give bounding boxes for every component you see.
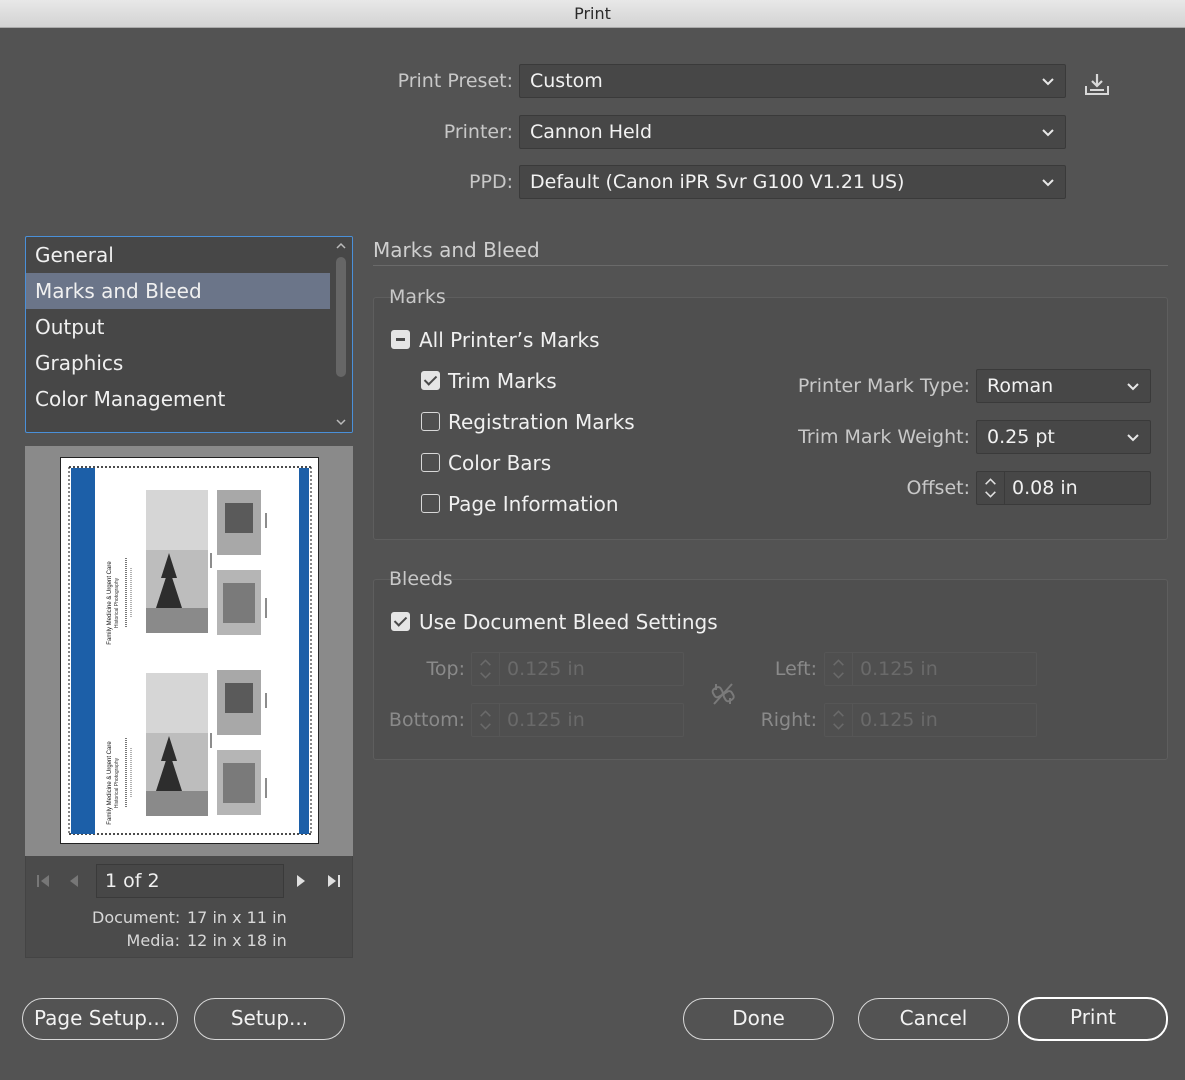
chevron-down-icon xyxy=(1127,383,1139,391)
trim-marks-checkbox[interactable] xyxy=(421,371,440,390)
media-size-value: 12 in x 18 in xyxy=(187,931,287,950)
chevron-down-icon xyxy=(1042,78,1054,86)
chevron-down-icon xyxy=(1127,434,1139,442)
first-page-icon[interactable] xyxy=(33,870,53,892)
category-item-graphics[interactable]: Graphics xyxy=(26,345,330,381)
preview-page: Family Medicine & Urgent Care Historical… xyxy=(60,457,319,844)
scroll-down-icon[interactable] xyxy=(335,417,347,427)
preview-panel-top: Family Medicine & Urgent Care Historical… xyxy=(107,490,267,645)
bleed-left-label: Left: xyxy=(774,658,817,680)
print-button[interactable]: Print xyxy=(1018,997,1168,1041)
section-divider xyxy=(373,265,1168,266)
page-indicator-field[interactable]: 1 of 2 xyxy=(96,864,284,898)
printer-mark-type-label: Printer Mark Type: xyxy=(797,375,970,397)
bleed-top-stepper[interactable]: 0.125 in xyxy=(471,652,684,686)
stepper-arrows-icon xyxy=(833,653,853,685)
use-document-bleed-checkbox[interactable] xyxy=(391,612,410,631)
preview-thumbnail: Family Medicine & Urgent Care Historical… xyxy=(68,466,312,835)
preview-blue-band-right xyxy=(299,468,309,834)
bleed-left-stepper[interactable]: 0.125 in xyxy=(824,652,1037,686)
preview-thumb-title: Family Medicine & Urgent Care xyxy=(107,741,113,825)
preview-blue-band-left xyxy=(71,468,95,834)
window-title: Print xyxy=(574,4,611,23)
window-title-bar: Print xyxy=(0,0,1185,28)
cancel-button[interactable]: Cancel xyxy=(858,998,1009,1040)
category-item-output[interactable]: Output xyxy=(26,309,330,345)
done-button[interactable]: Done xyxy=(683,998,834,1040)
page-setup-button[interactable]: Page Setup... xyxy=(22,998,178,1040)
printer-value: Cannon Held xyxy=(530,121,653,143)
marks-group-title: Marks xyxy=(389,286,446,308)
save-preset-icon[interactable] xyxy=(1084,72,1110,96)
ppd-dropdown[interactable]: Default (Canon iPR Svr G100 V1.21 US) xyxy=(519,165,1066,199)
chevron-down-icon xyxy=(1042,179,1054,187)
offset-label: Offset: xyxy=(906,477,971,499)
previous-page-icon[interactable] xyxy=(64,870,84,892)
all-printers-marks-label: All Printer’s Marks xyxy=(419,328,600,352)
bleed-top-value: 0.125 in xyxy=(507,658,585,680)
all-printers-marks-checkbox[interactable] xyxy=(391,330,410,349)
setup-button[interactable]: Setup... xyxy=(194,998,345,1040)
stepper-arrows-icon xyxy=(480,704,500,736)
print-preset-value: Custom xyxy=(530,70,603,92)
page-information-checkbox[interactable] xyxy=(421,494,440,513)
trim-mark-weight-label: Trim Mark Weight: xyxy=(798,426,970,448)
printer-mark-type-dropdown[interactable]: Roman xyxy=(976,369,1151,403)
media-size-label: Media: xyxy=(126,931,180,950)
printer-mark-type-value: Roman xyxy=(987,375,1054,397)
trim-mark-weight-value: 0.25 pt xyxy=(987,426,1055,448)
printer-label: Printer: xyxy=(443,121,513,143)
category-item-general[interactable]: General xyxy=(26,237,330,273)
registration-marks-label: Registration Marks xyxy=(448,410,635,434)
bleed-right-value: 0.125 in xyxy=(860,709,938,731)
preview-thumb-subtitle: Historical Photography xyxy=(114,577,120,628)
use-document-bleed-label: Use Document Bleed Settings xyxy=(419,610,718,634)
ppd-value: Default (Canon iPR Svr G100 V1.21 US) xyxy=(530,171,905,193)
offset-stepper[interactable]: 0.08 in xyxy=(976,471,1151,505)
document-size-label: Document: xyxy=(92,908,181,927)
color-bars-label: Color Bars xyxy=(448,451,552,475)
broken-link-icon[interactable] xyxy=(710,680,736,708)
bleed-top-label: Top: xyxy=(426,658,465,680)
section-title: Marks and Bleed xyxy=(373,238,540,262)
category-item-color-management[interactable]: Color Management xyxy=(26,381,330,417)
trim-mark-weight-dropdown[interactable]: 0.25 pt xyxy=(976,420,1151,454)
stepper-arrows-icon xyxy=(833,704,853,736)
bleed-bottom-value: 0.125 in xyxy=(507,709,585,731)
page-indicator-value: 1 of 2 xyxy=(105,870,160,892)
stepper-arrows-icon xyxy=(480,653,500,685)
preview-thumb-title: Family Medicine & Urgent Care xyxy=(107,561,113,645)
bleed-bottom-stepper[interactable]: 0.125 in xyxy=(471,703,684,737)
scroll-thumb[interactable] xyxy=(336,257,346,377)
bleeds-group-title: Bleeds xyxy=(389,568,453,590)
registration-marks-checkbox[interactable] xyxy=(421,412,440,431)
next-page-icon[interactable] xyxy=(291,870,311,892)
bleed-bottom-label: Bottom: xyxy=(388,709,465,731)
printer-dropdown[interactable]: Cannon Held xyxy=(519,115,1066,149)
bleed-right-stepper[interactable]: 0.125 in xyxy=(824,703,1037,737)
page-information-label: Page Information xyxy=(448,492,619,516)
category-item-marks-and-bleed[interactable]: Marks and Bleed xyxy=(26,273,330,309)
ppd-label: PPD: xyxy=(469,171,513,193)
print-preset-dropdown[interactable]: Custom xyxy=(519,64,1066,98)
bleed-left-value: 0.125 in xyxy=(860,658,938,680)
bleed-right-label: Right: xyxy=(760,709,817,731)
offset-value: 0.08 in xyxy=(1012,477,1078,499)
trim-marks-label: Trim Marks xyxy=(448,369,557,393)
chevron-down-icon xyxy=(1042,129,1054,137)
stepper-arrows-icon[interactable] xyxy=(977,472,1005,504)
document-size-value: 17 in x 11 in xyxy=(187,908,287,927)
category-list[interactable]: General Marks and Bleed Output Graphics … xyxy=(25,236,353,433)
print-preset-label: Print Preset: xyxy=(397,70,513,92)
print-preview: Family Medicine & Urgent Care Historical… xyxy=(25,446,353,856)
color-bars-checkbox[interactable] xyxy=(421,453,440,472)
last-page-icon[interactable] xyxy=(324,870,344,892)
category-scrollbar[interactable] xyxy=(330,237,352,432)
scroll-up-icon[interactable] xyxy=(335,241,347,251)
preview-panel-bottom: Family Medicine & Urgent Care Historical… xyxy=(107,670,267,825)
preview-thumb-subtitle: Historical Photography xyxy=(114,757,120,808)
